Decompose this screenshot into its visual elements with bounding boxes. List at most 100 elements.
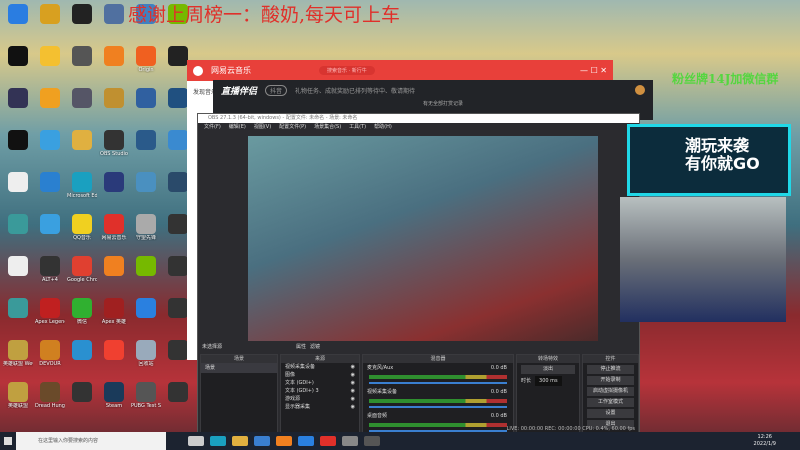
task-view-icon[interactable]	[188, 436, 204, 446]
desktop-icon[interactable]	[3, 256, 33, 277]
obs-icon[interactable]	[364, 436, 380, 446]
netease-search-input[interactable]: 搜索音乐 · 新行牛	[319, 66, 375, 75]
desktop-icon[interactable]: Dread Hunger	[35, 382, 65, 409]
source-item[interactable]: 游戏源 ◉	[281, 395, 359, 403]
desktop-icon[interactable]: PUBG Test Server	[131, 382, 161, 409]
control-button[interactable]: 工作室模式	[587, 398, 634, 407]
desktop-icon[interactable]	[131, 130, 161, 151]
window-controls[interactable]: — ☐ ✕	[580, 66, 607, 75]
obs-preview[interactable]	[248, 136, 598, 341]
desktop-icon[interactable]: Google Chrome	[67, 256, 97, 283]
desktop-icon[interactable]: OBS Studio	[99, 130, 129, 157]
visibility-eye-icon[interactable]: ◉	[351, 363, 355, 371]
desktop-icon[interactable]	[35, 214, 65, 235]
volume-slider[interactable]	[369, 406, 507, 408]
menu-item[interactable]: 视图(V)	[254, 123, 271, 132]
desktop-icon[interactable]	[131, 172, 161, 193]
app-icon[interactable]	[298, 436, 314, 446]
visibility-eye-icon[interactable]: ◉	[351, 387, 355, 395]
visibility-eye-icon[interactable]: ◉	[351, 403, 355, 411]
taskbar-search-input[interactable]: 在这里输入你要搜索的内容	[16, 432, 166, 450]
control-button[interactable]: 启动虚拟摄像机	[587, 387, 634, 396]
desktop-icon[interactable]	[3, 172, 33, 193]
desktop-icon[interactable]	[35, 4, 65, 25]
desktop-icon[interactable]	[3, 46, 33, 67]
menu-item[interactable]: 文件(F)	[204, 123, 221, 132]
desktop-icon[interactable]	[67, 46, 97, 67]
start-icon[interactable]	[4, 437, 12, 445]
desktop-icon[interactable]: Apex Legends	[35, 298, 65, 325]
visibility-eye-icon[interactable]: ◉	[351, 371, 355, 379]
control-button[interactable]: 开始录制	[587, 376, 634, 385]
zhibo-tab[interactable]: 有无全部打赏记录	[213, 100, 653, 107]
desktop-icon[interactable]	[67, 4, 97, 25]
menu-item[interactable]: 编辑(E)	[229, 123, 246, 132]
desktop-icon[interactable]	[99, 256, 129, 277]
source-item[interactable]: 视频采集设备 ◉	[281, 363, 359, 371]
visibility-eye-icon[interactable]: ◉	[351, 395, 355, 403]
filters-button[interactable]: 滤镜	[310, 342, 320, 352]
desktop-icon[interactable]	[3, 130, 33, 151]
transition-select[interactable]: 淡出	[521, 365, 575, 374]
desktop-icon[interactable]: Microsoft Edge	[67, 172, 97, 199]
source-item[interactable]: 图像 ◉	[281, 371, 359, 379]
menu-item[interactable]: 工具(T)	[349, 123, 366, 132]
desktop-icon[interactable]	[35, 172, 65, 193]
desktop-icon[interactable]	[99, 46, 129, 67]
desktop-icon[interactable]: 守望先锋	[131, 214, 161, 241]
source-item[interactable]: 显示器采集 ◉	[281, 403, 359, 411]
netease-music-icon[interactable]	[320, 436, 336, 446]
desktop-icon[interactable]: 英雄联盟 WeGame版	[3, 340, 33, 367]
desktop-icon[interactable]: Origin	[131, 46, 161, 73]
desktop-icon[interactable]	[67, 130, 97, 151]
control-button[interactable]: 停止推流	[587, 365, 634, 374]
desktop-icon[interactable]	[35, 130, 65, 151]
desktop-icon[interactable]	[3, 214, 33, 235]
clock[interactable]: 12:26 2022/1/9	[754, 434, 776, 448]
app-icon[interactable]	[276, 436, 292, 446]
app-icon[interactable]	[342, 436, 358, 446]
menu-item[interactable]: 场景集合(S)	[314, 123, 341, 132]
desktop-icon[interactable]	[163, 382, 193, 403]
desktop-icon[interactable]	[67, 340, 97, 361]
desktop-icon[interactable]	[3, 298, 33, 319]
desktop-icon[interactable]	[99, 4, 129, 25]
properties-button[interactable]: 属性	[296, 342, 306, 352]
duration-input[interactable]: 300 ms	[535, 376, 562, 386]
desktop-icon[interactable]	[67, 382, 97, 403]
desktop-icon[interactable]	[99, 88, 129, 109]
desktop-icon[interactable]	[131, 298, 161, 319]
desktop-icon[interactable]: DEVOUR	[35, 340, 65, 367]
desktop-icon[interactable]	[99, 340, 129, 361]
desktop-icon[interactable]: QQ音乐	[67, 214, 97, 241]
desktop-icon[interactable]: Steam	[99, 382, 129, 409]
source-item[interactable]: 文本 (GDI+) ◉	[281, 379, 359, 387]
avatar[interactable]	[635, 85, 645, 95]
explorer-icon[interactable]	[232, 436, 248, 446]
visibility-eye-icon[interactable]: ◉	[351, 379, 355, 387]
source-item[interactable]: 文本 (GDI+) 3 ◉	[281, 387, 359, 395]
desktop-icon[interactable]: 微信	[67, 298, 97, 325]
desktop-icon[interactable]	[99, 172, 129, 193]
control-button[interactable]: 设置	[587, 409, 634, 418]
steam-icon[interactable]	[254, 436, 270, 446]
desktop-icon[interactable]	[131, 88, 161, 109]
volume-slider[interactable]	[369, 382, 507, 384]
desktop-icon[interactable]	[3, 4, 33, 25]
menu-item[interactable]: 帮助(H)	[374, 123, 392, 132]
desktop-icon[interactable]: 网易云音乐	[99, 214, 129, 241]
scene-item[interactable]: 场景	[201, 363, 277, 373]
edge-icon[interactable]	[210, 436, 226, 446]
menu-item[interactable]: 配置文件(P)	[279, 123, 306, 132]
desktop-icon[interactable]	[67, 88, 97, 109]
mixer-channel: 视频采集设备 0.0 dB	[363, 387, 513, 408]
desktop-icon[interactable]	[35, 46, 65, 67]
desktop-icon[interactable]	[35, 88, 65, 109]
desktop-icon[interactable]: ALT+4	[35, 256, 65, 283]
desktop-icon[interactable]	[131, 256, 161, 277]
desktop-icon[interactable]: 英雄联盟	[3, 382, 33, 409]
desktop-icon[interactable]	[3, 88, 33, 109]
zhibo-badge[interactable]: 抖音	[265, 84, 288, 96]
desktop-icon[interactable]: Apex 英雄	[99, 298, 129, 325]
desktop-icon[interactable]: 回收站	[131, 340, 161, 367]
